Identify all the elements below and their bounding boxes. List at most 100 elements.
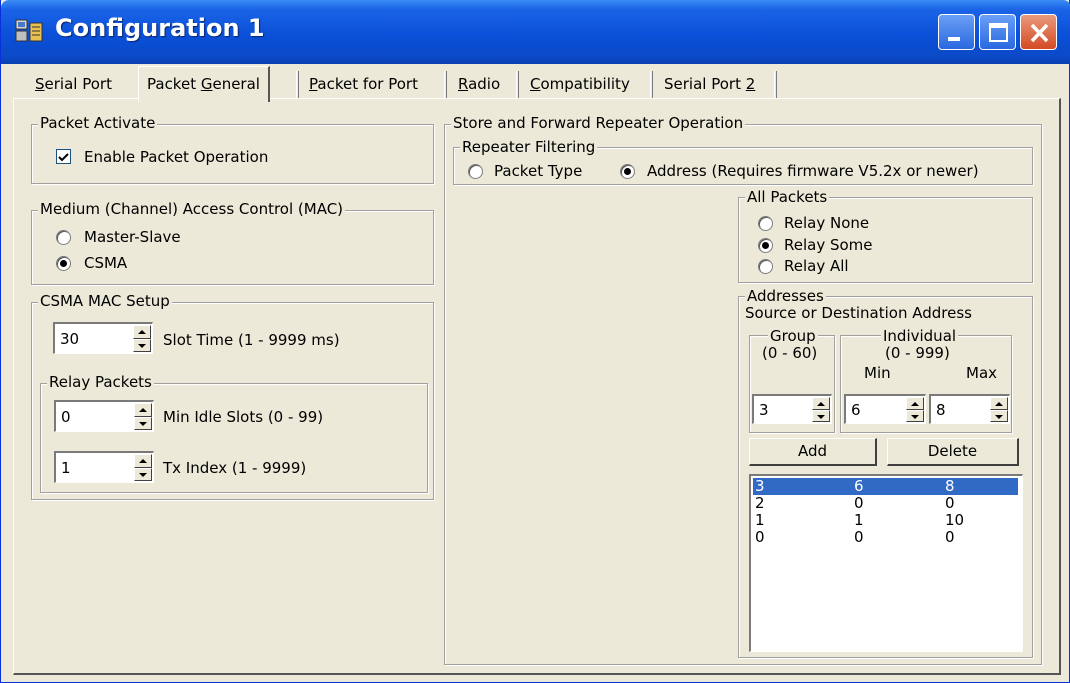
individual-min-value[interactable]: 6 (851, 401, 861, 419)
minimize-icon (948, 37, 960, 41)
spin-down-button[interactable] (906, 409, 924, 422)
relay-none-radio[interactable] (758, 216, 773, 231)
list-cell-group: 1 (755, 511, 765, 529)
list-cell-min: 1 (854, 511, 864, 529)
individual-subgroup: Individual (0 - 999) Min Max 6 8 (840, 327, 1012, 433)
store-forward-legend: Store and Forward Repeater Operation (451, 114, 746, 132)
addresses-caption: Source or Destination Address (745, 304, 972, 322)
group-subgroup: Group (0 - 60) 3 (749, 327, 835, 433)
arrow-up-icon (139, 459, 147, 463)
list-cell-max: 8 (945, 477, 955, 495)
slot-time-value[interactable]: 30 (60, 330, 79, 348)
spin-down-button[interactable] (990, 409, 1008, 422)
individual-min-spinner[interactable]: 6 (844, 394, 926, 424)
list-item[interactable]: 2 0 0 (753, 495, 1018, 512)
min-idle-slots-spinner[interactable]: 0 (54, 400, 154, 432)
slot-time-spinner[interactable]: 30 (53, 322, 153, 354)
tab-separator (650, 71, 653, 99)
enable-packet-checkbox[interactable] (56, 149, 71, 164)
packet-type-radio[interactable] (468, 164, 483, 179)
spin-up-button[interactable] (133, 325, 151, 339)
relay-all-radio[interactable] (758, 259, 773, 274)
master-slave-radio[interactable] (56, 230, 71, 245)
spin-down-button[interactable] (812, 409, 830, 422)
spin-down-button[interactable] (134, 416, 152, 430)
arrow-up-icon (138, 330, 146, 334)
enable-packet-label[interactable]: Enable Packet Operation (84, 148, 268, 166)
min-idle-slots-value[interactable]: 0 (61, 408, 71, 426)
relay-packets-legend: Relay Packets (47, 373, 154, 391)
maximize-icon (989, 23, 1008, 42)
max-label: Max (966, 364, 998, 382)
repeater-filtering-legend: Repeater Filtering (460, 138, 598, 156)
csma-radio[interactable] (56, 256, 71, 271)
checkmark-icon (58, 153, 69, 162)
title-bar[interactable]: Configuration 1 (1, 0, 1070, 64)
add-button[interactable]: Add (749, 438, 877, 466)
individual-max-spinner[interactable]: 8 (929, 394, 1010, 424)
list-item[interactable]: 1 1 10 (753, 512, 1018, 529)
mac-legend: Medium (Channel) Access Control (MAC) (38, 200, 346, 218)
relay-none-label[interactable]: Relay None (784, 214, 869, 232)
minimize-button[interactable] (938, 14, 975, 50)
address-filter-label[interactable]: Address (Requires firmware V5.2x or newe… (647, 162, 979, 180)
tab-separator (444, 71, 447, 99)
spin-up-button[interactable] (134, 454, 152, 468)
packet-activate-legend: Packet Activate (38, 114, 158, 132)
arrow-down-icon (139, 472, 147, 477)
all-packets-group: All Packets Relay None Relay Some Relay … (738, 188, 1033, 283)
tab-packet-for-port[interactable]: Packet for Port (301, 71, 426, 99)
min-label: Min (864, 364, 891, 382)
individual-range: (0 - 999) (885, 344, 950, 362)
relay-all-label[interactable]: Relay All (784, 257, 849, 275)
repeater-filtering-group: Repeater Filtering Packet Type Address (… (453, 138, 1033, 185)
delete-button[interactable]: Delete (887, 438, 1019, 466)
address-radio[interactable] (620, 164, 635, 179)
packet-activate-group: Packet Activate Enable Packet Operation (31, 114, 434, 184)
list-cell-min: 0 (854, 494, 864, 512)
tab-compatibility[interactable]: Compatibility (522, 71, 638, 99)
window-title: Configuration 1 (55, 14, 265, 42)
arrow-down-icon (911, 414, 919, 419)
group-value[interactable]: 3 (759, 401, 769, 419)
tab-packet-general[interactable]: Packet General (138, 66, 270, 102)
list-item[interactable]: 3 6 8 (752, 477, 1019, 496)
arrow-up-icon (139, 408, 147, 412)
app-icon (15, 19, 43, 42)
slot-time-label: Slot Time (1 - 9999 ms) (163, 331, 340, 349)
relay-packets-group: Relay Packets 0 Min Idle Slots (0 - 99) … (40, 373, 428, 493)
csma-label[interactable]: CSMA (84, 254, 127, 272)
packet-type-label[interactable]: Packet Type (494, 162, 582, 180)
spin-up-button[interactable] (906, 397, 924, 410)
individual-legend: Individual (881, 327, 959, 345)
tx-index-value[interactable]: 1 (61, 459, 71, 477)
relay-some-label[interactable]: Relay Some (784, 236, 873, 254)
list-cell-group: 0 (755, 528, 765, 546)
arrow-up-icon (817, 402, 825, 406)
group-spinner[interactable]: 3 (752, 394, 832, 424)
maximize-button[interactable] (979, 14, 1016, 50)
tab-serial-port[interactable]: Serial Port (27, 71, 120, 99)
relay-some-radio[interactable] (758, 238, 773, 253)
list-cell-group: 3 (755, 477, 765, 495)
spin-up-button[interactable] (134, 403, 152, 417)
spin-up-button[interactable] (812, 397, 830, 410)
spin-down-button[interactable] (134, 467, 152, 481)
list-cell-max: 0 (945, 528, 955, 546)
tx-index-spinner[interactable]: 1 (54, 451, 154, 483)
individual-max-value[interactable]: 8 (936, 401, 946, 419)
close-button[interactable] (1020, 14, 1057, 50)
arrow-down-icon (995, 414, 1003, 419)
address-list[interactable]: 3 6 8 2 0 0 1 1 10 0 0 0 (749, 474, 1023, 652)
spin-up-button[interactable] (990, 397, 1008, 410)
tab-separator (296, 71, 299, 99)
tab-separator (774, 71, 777, 99)
list-cell-min: 0 (854, 528, 864, 546)
spin-down-button[interactable] (133, 338, 151, 352)
tab-serial-port-2[interactable]: Serial Port 2 (656, 71, 763, 99)
list-cell-group: 2 (755, 494, 765, 512)
all-packets-legend: All Packets (745, 188, 830, 206)
master-slave-label[interactable]: Master-Slave (84, 228, 181, 246)
tab-radio[interactable]: Radio (450, 71, 508, 99)
list-item[interactable]: 0 0 0 (753, 529, 1018, 546)
